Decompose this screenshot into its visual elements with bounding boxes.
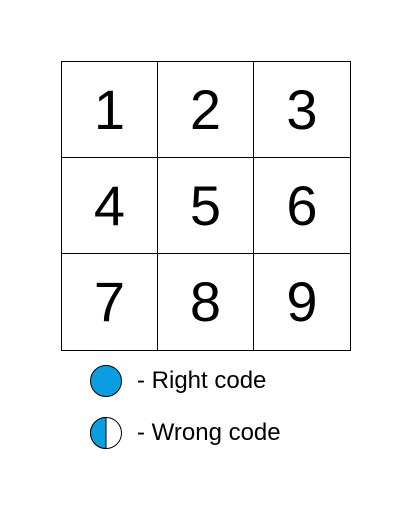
keypad-key-5[interactable]: 5: [158, 158, 254, 254]
keypad-key-8[interactable]: 8: [158, 254, 254, 350]
keypad-key-4[interactable]: 4: [62, 158, 158, 254]
keypad-key-2[interactable]: 2: [158, 62, 254, 158]
half-filled-circle-icon: [90, 416, 122, 450]
keypad-key-9[interactable]: 9: [254, 254, 350, 350]
legend-right-code: - Right code: [89, 364, 266, 398]
legend-wrong-label: - Wrong code: [137, 419, 281, 446]
keypad-key-7[interactable]: 7: [62, 254, 158, 350]
keypad-grid: 1 2 3 4 5 6 7 8 9: [61, 61, 351, 351]
keypad-key-6[interactable]: 6: [254, 158, 350, 254]
filled-circle-icon: [90, 365, 122, 397]
legend-wrong-code: - Wrong code: [89, 416, 281, 450]
keypad-key-1[interactable]: 1: [62, 62, 158, 158]
legend-right-label: - Right code: [137, 367, 267, 394]
keypad-key-3[interactable]: 3: [254, 62, 350, 158]
